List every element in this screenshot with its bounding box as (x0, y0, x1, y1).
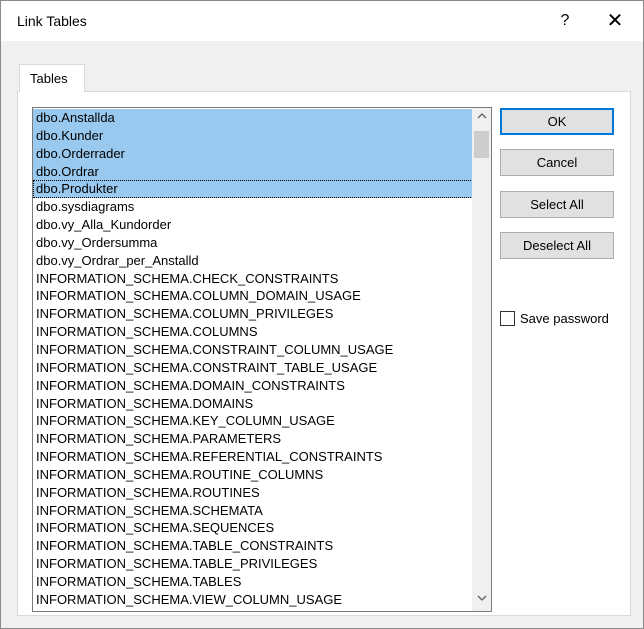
table-list-item[interactable]: INFORMATION_SCHEMA.DOMAINS (33, 395, 473, 413)
table-list-item[interactable]: dbo.sysdiagrams (33, 198, 473, 216)
dialog-title: Link Tables (17, 13, 87, 29)
table-list-item[interactable]: dbo.vy_Ordrar_per_Anstalld (33, 252, 473, 270)
table-list-item[interactable]: INFORMATION_SCHEMA.KEY_COLUMN_USAGE (33, 412, 473, 430)
table-list-item[interactable]: dbo.Kunder (33, 126, 473, 145)
table-list-item[interactable]: INFORMATION_SCHEMA.CONSTRAINT_COLUMN_USA… (33, 341, 473, 359)
table-list-item[interactable]: INFORMATION_SCHEMA.TABLE_CONSTRAINTS (33, 537, 473, 555)
table-list-item[interactable]: dbo.vy_Alla_Kundorder (33, 216, 473, 234)
chevron-down-icon[interactable] (472, 592, 491, 609)
table-list-item[interactable]: dbo.Anstallda (33, 109, 473, 127)
select-all-button[interactable]: Select All (500, 191, 614, 218)
table-list-item[interactable]: INFORMATION_SCHEMA.CONSTRAINT_TABLE_USAG… (33, 359, 473, 377)
table-list-item[interactable]: INFORMATION_SCHEMA.PARAMETERS (33, 430, 473, 448)
help-button[interactable]: ? (545, 5, 585, 37)
scrollbar-thumb[interactable] (474, 131, 489, 158)
ok-button[interactable]: OK (500, 108, 614, 135)
title-bar: Link Tables ? ✕ (1, 1, 643, 41)
close-button[interactable]: ✕ (595, 5, 635, 37)
save-password-label: Save password (520, 311, 609, 326)
table-list: dbo.Anstallda dbo.Kunder dbo.Orderrader dbo… (33, 109, 473, 609)
cancel-button[interactable]: Cancel (500, 149, 614, 176)
chevron-up-icon[interactable] (472, 110, 491, 127)
table-list-item[interactable]: INFORMATION_SCHEMA.COLUMN_PRIVILEGES (33, 305, 473, 323)
table-list-item[interactable]: INFORMATION_SCHEMA.TABLE_PRIVILEGES (33, 555, 473, 573)
vertical-scrollbar[interactable] (472, 108, 491, 611)
tab-tables[interactable]: Tables (19, 64, 85, 92)
table-listbox[interactable]: dbo.Anstallda dbo.Kunder dbo.Orderrader dbo… (32, 107, 492, 612)
table-list-item[interactable]: INFORMATION_SCHEMA.SCHEMATA (33, 502, 473, 520)
table-list-item[interactable]: INFORMATION_SCHEMA.DOMAIN_CONSTRAINTS (33, 377, 473, 395)
table-list-item[interactable]: INFORMATION_SCHEMA.REFERENTIAL_CONSTRAIN… (33, 448, 473, 466)
table-list-item[interactable]: dbo.Orderrader (33, 144, 473, 163)
table-list-item[interactable]: dbo.vy_Ordersumma (33, 234, 473, 252)
deselect-all-button[interactable]: Deselect All (500, 232, 614, 259)
table-list-item[interactable]: INFORMATION_SCHEMA.CHECK_CONSTRAINTS (33, 270, 473, 288)
table-list-item[interactable]: INFORMATION_SCHEMA.ROUTINE_COLUMNS (33, 466, 473, 484)
tab-tables-label: Tables (30, 71, 68, 86)
table-list-item[interactable]: INFORMATION_SCHEMA.COLUMNS (33, 323, 473, 341)
table-list-item[interactable]: dbo.Ordrar (33, 162, 473, 181)
table-list-item[interactable]: INFORMATION_SCHEMA.TABLES (33, 573, 473, 591)
table-list-item[interactable]: INFORMATION_SCHEMA.VIEW_COLUMN_USAGE (33, 591, 473, 609)
table-list-item[interactable]: dbo.Produkter (33, 180, 473, 199)
table-list-item[interactable]: INFORMATION_SCHEMA.SEQUENCES (33, 519, 473, 537)
table-list-item[interactable]: INFORMATION_SCHEMA.ROUTINES (33, 484, 473, 502)
table-list-item[interactable]: INFORMATION_SCHEMA.COLUMN_DOMAIN_USAGE (33, 287, 473, 305)
save-password-checkbox[interactable] (500, 311, 515, 326)
